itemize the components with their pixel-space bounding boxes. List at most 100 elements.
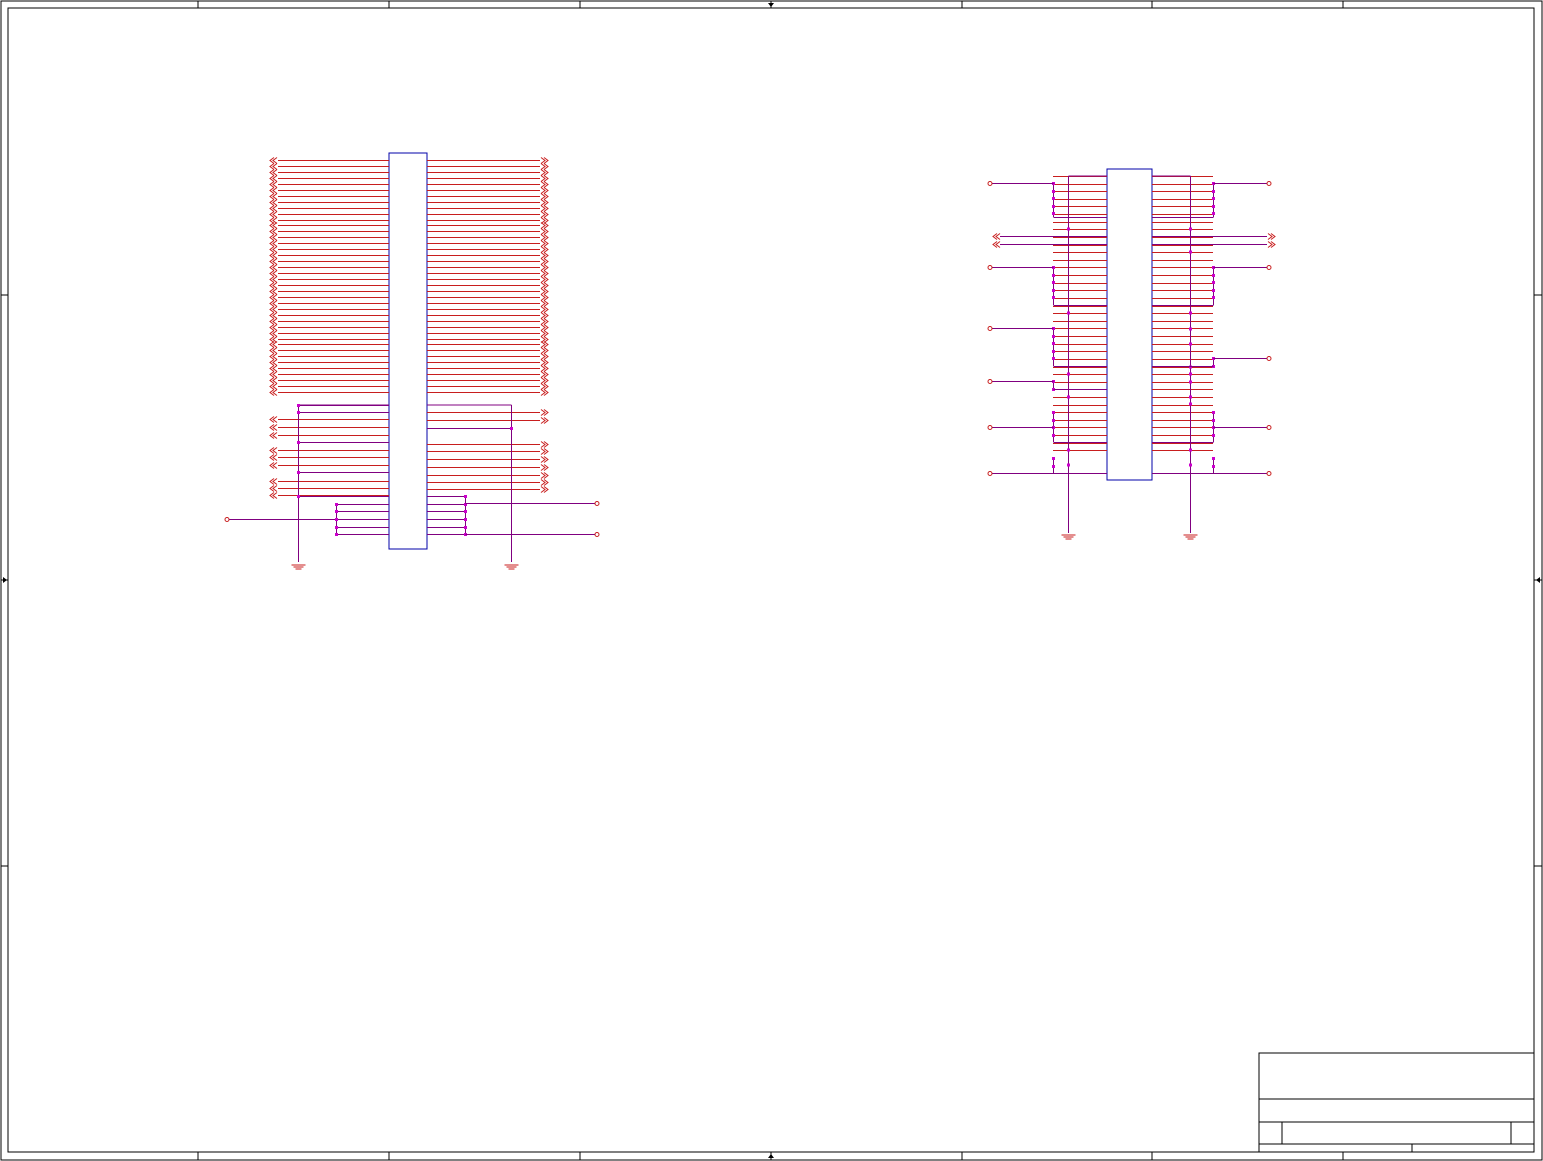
net-port-chevron bbox=[540, 486, 549, 493]
junction-dot bbox=[1052, 281, 1055, 284]
junction-dot bbox=[1052, 197, 1055, 200]
net-port-chevron bbox=[540, 228, 549, 235]
net-port-chevron bbox=[540, 234, 549, 241]
net-port-chevron bbox=[269, 341, 278, 348]
net-port-chevron bbox=[540, 441, 549, 448]
junction-dot bbox=[1189, 395, 1192, 399]
junction-dot bbox=[1052, 419, 1055, 422]
junction-dot bbox=[1067, 448, 1070, 452]
net-port-chevron bbox=[540, 270, 549, 277]
junction-dot bbox=[1052, 350, 1055, 353]
net-port-chevron bbox=[269, 163, 278, 170]
power-port bbox=[594, 501, 600, 506]
center-mark-left bbox=[3, 577, 7, 583]
net-port-chevron bbox=[269, 270, 278, 277]
net-port-chevron bbox=[269, 353, 278, 360]
net-port-chevron bbox=[540, 365, 549, 372]
junction-dot bbox=[1052, 296, 1055, 299]
junction-dot bbox=[1052, 335, 1055, 338]
net-port-chevron bbox=[269, 288, 278, 295]
center-mark-top bbox=[768, 3, 774, 7]
net-port-chevron bbox=[269, 416, 278, 423]
junction-dot bbox=[1189, 227, 1192, 231]
junction-dot bbox=[1052, 411, 1055, 414]
junction-dot bbox=[464, 518, 467, 521]
ground-symbol bbox=[504, 564, 519, 570]
power-port bbox=[987, 471, 993, 476]
net-port-chevron bbox=[1267, 241, 1276, 248]
title-block-outline bbox=[1258, 1052, 1535, 1153]
net-port-chevron bbox=[540, 240, 549, 247]
junction-dot bbox=[1052, 289, 1055, 292]
junction-dot bbox=[1052, 457, 1055, 460]
ground-symbol bbox=[1061, 534, 1076, 540]
inner-border bbox=[7, 7, 1535, 1153]
junction-dot bbox=[1212, 197, 1215, 200]
junction-dot bbox=[335, 503, 338, 506]
power-port bbox=[1266, 265, 1272, 270]
power-port bbox=[224, 517, 230, 522]
net-port-chevron bbox=[540, 409, 549, 416]
net-port-chevron bbox=[269, 252, 278, 259]
net-port-chevron bbox=[269, 264, 278, 271]
ground-symbol bbox=[291, 564, 306, 570]
net-port-chevron bbox=[269, 365, 278, 372]
net-port-chevron bbox=[269, 234, 278, 241]
net-port-chevron bbox=[540, 193, 549, 200]
net-port-chevron bbox=[540, 377, 549, 384]
junction-dot bbox=[1052, 465, 1055, 468]
net-port-chevron bbox=[540, 306, 549, 313]
net-port-chevron bbox=[992, 241, 1001, 248]
power-port bbox=[1266, 425, 1272, 430]
junction-dot bbox=[335, 533, 338, 536]
net-port-chevron bbox=[540, 479, 549, 486]
junction-dot bbox=[1189, 448, 1192, 452]
junction-dot bbox=[1067, 311, 1070, 315]
junction-dot bbox=[335, 518, 338, 521]
net-port-chevron bbox=[540, 330, 549, 337]
net-port-chevron bbox=[269, 193, 278, 200]
connector-body bbox=[1106, 168, 1153, 481]
net-port-chevron bbox=[540, 222, 549, 229]
net-port-chevron bbox=[540, 464, 549, 471]
net-port-chevron bbox=[540, 187, 549, 194]
net-port-chevron bbox=[269, 492, 278, 499]
net-port-chevron bbox=[269, 205, 278, 212]
net-port-chevron bbox=[269, 389, 278, 396]
junction-dot bbox=[297, 471, 300, 474]
net-port-chevron bbox=[269, 318, 278, 325]
junction-dot bbox=[297, 404, 300, 407]
net-port-chevron bbox=[269, 324, 278, 331]
net-port-chevron bbox=[540, 211, 549, 218]
power-port bbox=[1266, 356, 1272, 361]
net-port-chevron bbox=[992, 233, 1001, 240]
junction-dot bbox=[297, 441, 300, 444]
left-connector-block bbox=[224, 152, 600, 570]
title-block bbox=[1258, 1052, 1535, 1153]
net-port-chevron bbox=[269, 181, 278, 188]
net-port-chevron bbox=[269, 485, 278, 492]
net-port-chevron bbox=[269, 383, 278, 390]
net-port-chevron bbox=[540, 157, 549, 164]
ground-symbol bbox=[1183, 534, 1198, 540]
power-port bbox=[987, 265, 993, 270]
net-port-chevron bbox=[540, 389, 549, 396]
junction-dot bbox=[464, 510, 467, 513]
net-port-chevron bbox=[540, 472, 549, 479]
junction-dot bbox=[297, 411, 300, 414]
center-mark-bottom bbox=[768, 1154, 774, 1158]
junction-dot bbox=[1189, 380, 1192, 384]
net-port-chevron bbox=[540, 169, 549, 176]
junction-dot bbox=[1212, 205, 1215, 208]
net-port-chevron bbox=[269, 211, 278, 218]
power-port bbox=[1266, 471, 1272, 476]
junction-dot bbox=[1067, 227, 1070, 231]
net-port-chevron bbox=[269, 228, 278, 235]
junction-dot bbox=[335, 510, 338, 513]
power-port bbox=[1266, 181, 1272, 186]
power-port bbox=[987, 379, 993, 384]
net-port-chevron bbox=[540, 205, 549, 212]
net-port-chevron bbox=[540, 181, 549, 188]
net-port-chevron bbox=[269, 447, 278, 454]
power-port bbox=[987, 326, 993, 331]
